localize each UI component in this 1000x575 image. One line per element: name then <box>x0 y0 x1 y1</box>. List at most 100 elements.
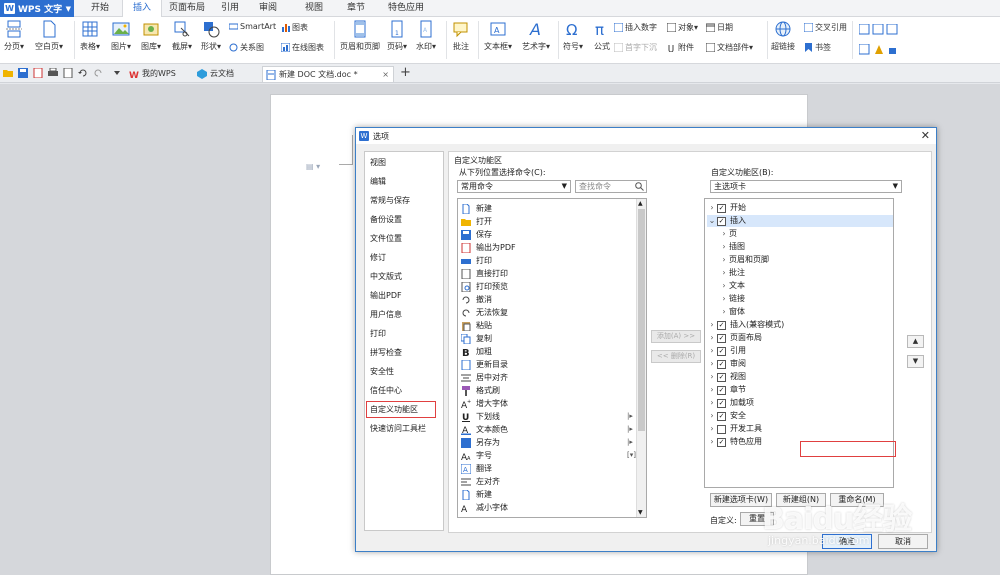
move-up-button[interactable]: ▲ <box>907 335 924 348</box>
tab-view[interactable]: 视图 <box>296 0 332 17</box>
nav-item-backup[interactable]: 备份设置 <box>370 214 402 225</box>
tree-item-review[interactable]: › ✓ 审阅 <box>707 358 746 370</box>
cross-reference-button[interactable]: 交叉引用 <box>804 22 847 33</box>
lock-icons[interactable] <box>859 44 905 55</box>
save-icon[interactable] <box>18 68 28 78</box>
search-icon[interactable] <box>635 182 644 191</box>
nav-item-user-info[interactable]: 用户信息 <box>370 309 402 320</box>
expand-icon[interactable]: › <box>719 241 729 253</box>
smartart-button[interactable]: SmartArt <box>229 22 276 31</box>
command-list[interactable]: 新建 打开 保存 输出为PDF 打印 直接打印 打印预览 撤消 无法恢复 粘贴 … <box>457 198 647 518</box>
export-pdf-icon[interactable] <box>33 68 43 78</box>
list-item[interactable]: A A 字号 [▾] <box>461 449 636 462</box>
tree-item-group-text[interactable]: › 文本 <box>719 280 745 292</box>
doc-tab-active-document[interactable]: 新建 DOC 文档.doc * × <box>262 66 394 82</box>
nav-item-revision[interactable]: 修订 <box>370 252 386 263</box>
list-item[interactable]: A 文本颜色 |▸ <box>461 423 633 436</box>
list-item[interactable]: A 翻译 <box>461 462 492 475</box>
tree-item-group-comment[interactable]: › 批注 <box>719 267 745 279</box>
close-icon[interactable]: ✕ <box>921 129 930 142</box>
tree-item-developer[interactable]: › 开发工具 <box>707 423 762 435</box>
nav-item-trust-center[interactable]: 信任中心 <box>370 385 402 396</box>
list-item[interactable]: B 加粗 <box>461 345 492 358</box>
list-item[interactable]: 打印 <box>461 254 492 267</box>
table-button[interactable]: 表格▾ <box>80 20 100 52</box>
expand-icon[interactable]: › <box>707 384 717 396</box>
expand-icon[interactable]: › <box>707 202 717 214</box>
expand-icon[interactable]: › <box>719 267 729 279</box>
tree-item-group-illustrations[interactable]: › 插图 <box>719 241 745 253</box>
nav-item-quick-access-toolbar[interactable]: 快速访问工具栏 <box>370 423 426 434</box>
chevron-down-icon[interactable]: ▼ <box>638 509 643 516</box>
checkbox-checked[interactable]: ✓ <box>717 398 726 408</box>
expand-icon[interactable]: › <box>707 358 717 370</box>
checkbox-checked[interactable]: ✓ <box>717 203 726 213</box>
checkbox-checked[interactable]: ✓ <box>717 437 726 447</box>
doc-tab-cloud-docs[interactable]: 云文档 <box>194 66 260 82</box>
screenshot-button[interactable]: 截屏▾ <box>172 20 192 52</box>
print-icon[interactable] <box>48 68 58 78</box>
symbol-button[interactable]: Ω 符号▾ <box>563 20 583 52</box>
new-tab-plus-icon[interactable]: + <box>400 65 411 80</box>
tree-item-featured-apps[interactable]: › ✓ 特色应用 <box>707 436 762 448</box>
expand-icon[interactable]: › <box>707 436 717 448</box>
picture-button[interactable]: 图片▾ <box>111 20 131 52</box>
document-parts-button[interactable]: 文档部件 ▾ <box>706 42 753 53</box>
nav-item-edit[interactable]: 编辑 <box>370 176 386 187</box>
tab-chapter[interactable]: 章节 <box>338 0 374 17</box>
insert-number-button[interactable]: 插入数字 <box>614 22 657 33</box>
tab-page-layout[interactable]: 页面布局 <box>166 0 208 17</box>
nav-item-security[interactable]: 安全性 <box>370 366 394 377</box>
nav-item-spell-check[interactable]: 拼写检查 <box>370 347 402 358</box>
checkbox-checked[interactable]: ✓ <box>717 411 726 421</box>
nav-item-output-pdf[interactable]: 输出PDF <box>370 290 402 301</box>
command-search-input[interactable]: 查找命令 <box>575 180 647 193</box>
bookmark-button[interactable]: 书签 <box>804 42 831 53</box>
checkbox-checked[interactable]: ✓ <box>717 359 726 369</box>
comment-button[interactable]: 批注 <box>452 20 470 52</box>
expand-icon[interactable]: › <box>707 345 717 357</box>
tree-item-home[interactable]: › ✓ 开始 <box>707 202 746 214</box>
chevron-up-icon[interactable]: ▲ <box>638 200 643 207</box>
shapes-button[interactable]: 形状▾ <box>201 20 221 52</box>
checkbox-checked[interactable]: ✓ <box>717 333 726 343</box>
list-item[interactable]: 输出为PDF <box>461 241 516 254</box>
list-item[interactable]: 更新目录 <box>461 358 508 371</box>
list-item[interactable]: 打印预览 <box>461 280 508 293</box>
tab-review[interactable]: 审阅 <box>250 0 286 17</box>
drop-cap-button[interactable]: 首字下沉 <box>614 42 657 53</box>
list-item[interactable]: 左对齐 <box>461 475 500 488</box>
expand-icon[interactable]: › <box>707 397 717 409</box>
close-tab-icon[interactable]: × <box>382 67 389 83</box>
watermark-button[interactable]: A 水印▾ <box>416 20 436 52</box>
formula-button[interactable]: π 公式 <box>593 20 611 52</box>
dialog-title-bar[interactable]: W 选项 <box>356 128 936 144</box>
expand-icon[interactable]: › <box>707 423 717 435</box>
expand-icon[interactable]: › <box>707 319 717 331</box>
object-button[interactable]: 对象 ▾ <box>667 22 698 33</box>
tree-item-group-forms[interactable]: › 窗体 <box>719 306 745 318</box>
expand-icon[interactable]: › <box>719 293 729 305</box>
tree-item-group-header-footer[interactable]: › 页眉和页脚 <box>719 254 769 266</box>
list-item[interactable]: 直接打印 <box>461 267 508 280</box>
list-item[interactable]: U 下划线 |▸ <box>461 410 633 423</box>
tree-item-view[interactable]: › ✓ 视图 <box>707 371 746 383</box>
move-down-button[interactable]: ▼ <box>907 355 924 368</box>
redo-icon[interactable] <box>93 68 103 78</box>
collapse-icon[interactable]: ⌄ <box>707 215 717 227</box>
date-button[interactable]: 日期 <box>706 22 733 33</box>
tree-item-insert-compat[interactable]: › ✓ 插入(兼容模式) <box>707 319 784 331</box>
chart-button[interactable]: 图表 <box>281 22 308 33</box>
form-controls-icons[interactable] <box>859 24 905 35</box>
list-item[interactable]: 撤消 <box>461 293 492 306</box>
wordart-button[interactable]: A 艺术字▾ <box>522 20 550 52</box>
tree-item-security[interactable]: › ✓ 安全 <box>707 410 746 422</box>
nav-item-chinese-layout[interactable]: 中文版式 <box>370 271 402 282</box>
list-item[interactable]: 无法恢复 <box>461 306 508 319</box>
add-command-button[interactable]: 添加(A) >> <box>651 330 701 343</box>
print-preview-icon[interactable] <box>63 68 73 78</box>
wps-app-menu-button[interactable]: W WPS 文字 ▼ <box>0 0 74 17</box>
chevron-down-icon[interactable] <box>112 68 122 78</box>
undo-icon[interactable] <box>78 68 88 78</box>
ribbon-scope-select[interactable]: 主选项卡 ▼ <box>710 180 902 193</box>
